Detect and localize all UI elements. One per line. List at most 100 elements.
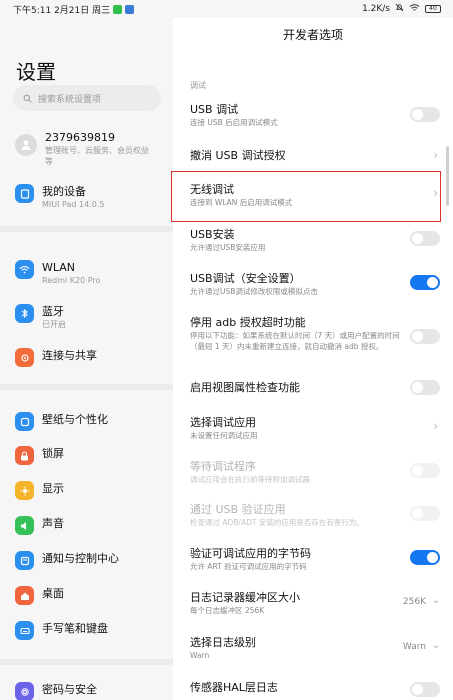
logger-buffer-value: 256K bbox=[402, 597, 426, 607]
sidebar-item-label: 连接与共享 bbox=[42, 349, 97, 362]
sidebar-item-bluetooth[interactable]: 蓝牙 已开启 bbox=[15, 304, 165, 330]
row-usb-install[interactable]: USB安装 允许通过USB安装应用 bbox=[190, 227, 440, 253]
row-subtitle: 允许通过USB安装应用 bbox=[190, 243, 266, 252]
status-bar: 下午5:11 2月21日 周三 1.2K/s 40 bbox=[0, 0, 453, 18]
row-subtitle: 允许通过USB调试修改权限或模拟点击 bbox=[190, 287, 318, 296]
sidebar-item-label: 桌面 bbox=[42, 587, 64, 600]
sidebar-divider bbox=[0, 226, 173, 232]
disable-adb-timeout-toggle[interactable] bbox=[410, 329, 440, 344]
mute-icon bbox=[395, 3, 404, 15]
tablet-icon bbox=[15, 184, 34, 203]
account-sub: 管理账号、云服务、会员权益等 bbox=[45, 146, 149, 166]
wifi-status-icon bbox=[409, 3, 420, 15]
row-title: 停用 adb 授权超时功能 bbox=[190, 316, 306, 329]
wechat-notification-icon bbox=[113, 5, 123, 14]
highlight-box bbox=[171, 171, 441, 222]
page-title: 开发者选项 bbox=[282, 28, 343, 42]
log-level-value: Warn bbox=[402, 642, 426, 652]
sidebar-item-notifications[interactable]: 通知与控制中心 bbox=[15, 551, 165, 570]
wait-for-debugger-toggle bbox=[410, 463, 440, 478]
account-item[interactable]: 2379639819 管理账号、云服务、会员权益等 bbox=[15, 130, 165, 167]
row-sensor-hal-log[interactable]: 传感器HAL层日志 bbox=[190, 680, 440, 697]
fingerprint-icon bbox=[15, 682, 34, 700]
row-disable-adb-timeout[interactable]: 停用 adb 授权超时功能 停用以下功能：如果系统在默认时间（7 天）或用户配置… bbox=[190, 315, 440, 352]
row-title: 启用视图属性检查功能 bbox=[190, 381, 300, 394]
usb-debugging-toggle[interactable] bbox=[410, 107, 440, 122]
sidebar-item-label: 密码与安全 bbox=[42, 683, 97, 696]
sidebar-item-label: 声音 bbox=[42, 517, 64, 530]
row-select-debug-app[interactable]: 选择调试应用 未设置任何调试应用 › bbox=[190, 415, 440, 441]
sidebar-item-label: 通知与控制中心 bbox=[42, 552, 119, 565]
sidebar-item-sub: Redmi K20 Pro bbox=[42, 276, 101, 285]
row-title: 等待调试程序 bbox=[190, 460, 256, 473]
view-attribute-inspection-toggle[interactable] bbox=[410, 380, 440, 395]
network-speed: 1.2K/s bbox=[362, 4, 390, 14]
row-subtitle: 调试应用会在执行前等待附加调试器 bbox=[190, 475, 310, 484]
row-view-attribute-inspection[interactable]: 启用视图属性检查功能 bbox=[190, 380, 440, 395]
settings-sidebar: 设置 搜索系统设置项 2379639819 管理账号、云服务、会员权益等 我的设… bbox=[0, 18, 173, 700]
sidebar-item-home-screen[interactable]: 桌面 bbox=[15, 586, 165, 605]
avatar-icon bbox=[15, 134, 37, 156]
sidebar-item-label: 壁纸与个性化 bbox=[42, 413, 108, 426]
sidebar-item-wlan[interactable]: WLAN Redmi K20 Pro bbox=[15, 260, 165, 286]
search-icon bbox=[23, 94, 32, 102]
row-verify-apps-over-usb: 通过 USB 验证应用 检查通过 ADB/ADT 安装的应用是否存在有害行为。 bbox=[190, 502, 440, 528]
sensor-hal-log-toggle[interactable] bbox=[410, 682, 440, 697]
sidebar-divider bbox=[0, 384, 173, 390]
sidebar-item-connection-sharing[interactable]: 连接与共享 bbox=[15, 348, 165, 367]
row-subtitle: 连接 USB 后启用调试模式 bbox=[190, 118, 278, 127]
row-title: USB安装 bbox=[190, 228, 235, 241]
sidebar-item-label: 我的设备 bbox=[42, 185, 86, 198]
sidebar-item-wallpaper[interactable]: 壁纸与个性化 bbox=[15, 412, 165, 431]
chevron-right-icon: › bbox=[433, 148, 438, 162]
sidebar-item-label: WLAN bbox=[42, 261, 76, 274]
sun-icon bbox=[15, 481, 34, 500]
row-title: USB调试（安全设置） bbox=[190, 272, 301, 285]
verify-apps-over-usb-toggle bbox=[410, 506, 440, 521]
section-header-debugging: 调试 bbox=[190, 81, 206, 90]
sidebar-item-label: 锁屏 bbox=[42, 447, 64, 460]
bluetooth-icon bbox=[15, 304, 34, 323]
sidebar-item-lock-screen[interactable]: 锁屏 bbox=[15, 446, 165, 465]
status-time: 下午5:11 2月21日 周三 bbox=[13, 6, 111, 16]
bell-icon bbox=[15, 551, 34, 570]
sidebar-item-password-security[interactable]: 密码与安全 bbox=[15, 682, 165, 700]
sidebar-divider bbox=[0, 659, 173, 665]
row-usb-debugging-security[interactable]: USB调试（安全设置） 允许通过USB调试修改权限或模拟点击 bbox=[190, 271, 440, 297]
search-placeholder: 搜索系统设置项 bbox=[38, 94, 102, 105]
usb-debugging-security-toggle[interactable] bbox=[410, 275, 440, 290]
scrollbar[interactable] bbox=[446, 146, 449, 206]
chevron-updown-icon: ⌄ bbox=[431, 640, 440, 651]
row-verify-bytecode[interactable]: 验证可调试应用的字节码 允许 ART 验证可调试应用的字节码 bbox=[190, 546, 440, 572]
sidebar-item-label: 蓝牙 bbox=[42, 305, 64, 318]
share-icon bbox=[15, 348, 34, 367]
sidebar-item-label: 手写笔和键盘 bbox=[42, 622, 108, 635]
row-usb-debugging[interactable]: USB 调试 连接 USB 后启用调试模式 bbox=[190, 102, 440, 128]
row-subtitle: 检查通过 ADB/ADT 安装的应用是否存在有害行为。 bbox=[190, 518, 364, 527]
wifi-icon bbox=[15, 260, 34, 279]
developer-options-panel: 开发者选项 调试 USB 调试 连接 USB 后启用调试模式 撤消 USB 调试… bbox=[173, 18, 453, 700]
chevron-updown-icon: ⌄ bbox=[431, 595, 440, 606]
sidebar-item-stylus-keyboard[interactable]: 手写笔和键盘 bbox=[15, 621, 165, 640]
row-title: USB 调试 bbox=[190, 103, 239, 116]
settings-search-input[interactable]: 搜索系统设置项 bbox=[13, 85, 161, 111]
row-wait-for-debugger: 等待调试程序 调试应用会在执行前等待附加调试器 bbox=[190, 459, 440, 485]
row-title: 选择调试应用 bbox=[190, 416, 256, 429]
row-logger-buffer-size[interactable]: 日志记录器缓冲区大小 每个日志缓冲区 256K 256K ⌄ bbox=[190, 590, 440, 616]
row-log-level[interactable]: 选择日志级别 Warn Warn ⌄ bbox=[190, 635, 440, 661]
row-subtitle: 停用以下功能：如果系统在默认时间（7 天）或用户配置的时间（最短 1 天）内未重… bbox=[190, 331, 400, 351]
home-icon bbox=[15, 586, 34, 605]
sidebar-item-display[interactable]: 显示 bbox=[15, 481, 165, 500]
row-title: 通过 USB 验证应用 bbox=[190, 503, 286, 516]
verify-bytecode-toggle[interactable] bbox=[410, 550, 440, 565]
usb-install-toggle[interactable] bbox=[410, 231, 440, 246]
row-revoke-usb-auth[interactable]: 撤消 USB 调试授权 › bbox=[190, 148, 440, 163]
row-subtitle: 未设置任何调试应用 bbox=[190, 431, 258, 440]
app-notification-icon bbox=[125, 5, 135, 14]
row-title: 撤消 USB 调试授权 bbox=[190, 149, 286, 162]
sidebar-item-sound[interactable]: 声音 bbox=[15, 516, 165, 535]
sidebar-item-my-device[interactable]: 我的设备 MIUI Pad 14.0.5 bbox=[15, 184, 165, 210]
row-title: 传感器HAL层日志 bbox=[190, 681, 278, 694]
account-name: 2379639819 bbox=[45, 131, 115, 144]
sidebar-item-sub: 已开启 bbox=[42, 320, 66, 329]
